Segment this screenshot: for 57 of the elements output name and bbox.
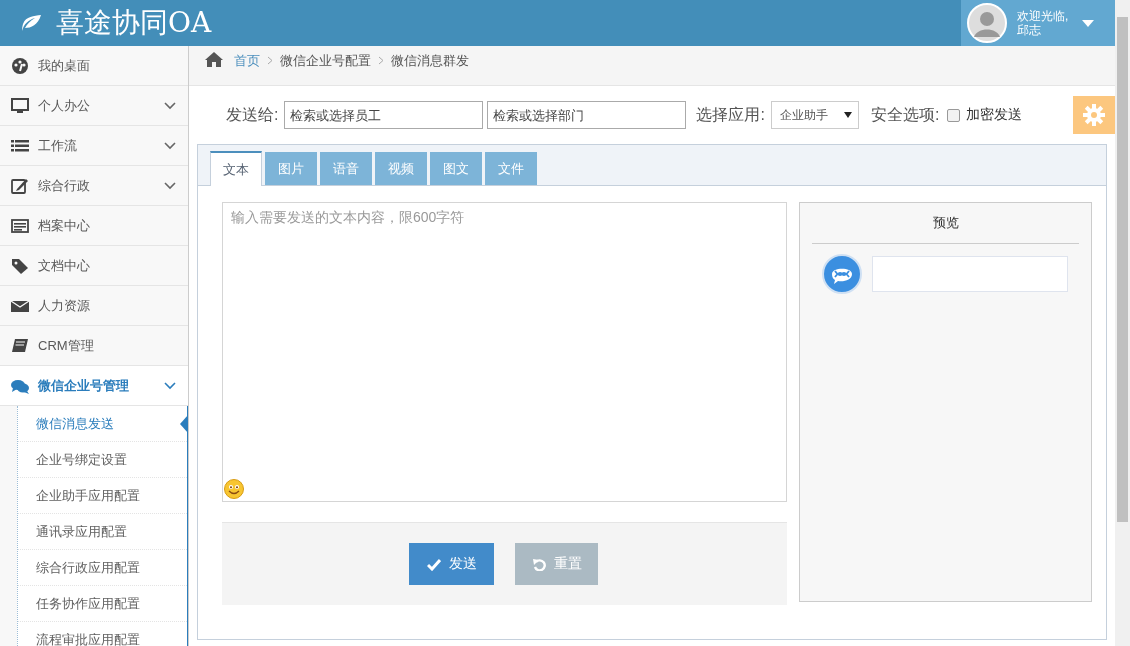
- book-icon: [11, 336, 29, 355]
- sidebar-item[interactable]: 综合行政: [0, 166, 188, 206]
- app-title: 喜途协同OA: [56, 9, 212, 37]
- submenu-item[interactable]: 综合行政应用配置: [18, 550, 187, 586]
- breadcrumb-item: 微信企业号配置: [280, 52, 371, 70]
- caret-icon: [843, 112, 852, 118]
- employee-search-field[interactable]: 检索或选择员工: [284, 101, 484, 129]
- caret-icon: [1082, 19, 1095, 27]
- monitor-icon: [11, 96, 29, 115]
- chevron-icon: [164, 181, 176, 190]
- dashboard-icon: [11, 56, 29, 75]
- edit-icon: [11, 176, 29, 195]
- sidebar-item[interactable]: 我的桌面: [0, 46, 188, 86]
- chevron-icon: [378, 55, 384, 65]
- preview-title: 预览: [812, 203, 1079, 244]
- avatar-icon: [967, 3, 1007, 43]
- security-label: 安全选项:: [870, 104, 940, 125]
- sidebar-item[interactable]: 工作流: [0, 126, 188, 166]
- scrollbar[interactable]: [1115, 0, 1130, 646]
- home-icon: [205, 52, 223, 67]
- chat-logo-icon: [822, 254, 862, 294]
- app-select[interactable]: 企业助手: [770, 101, 859, 129]
- leaf-icon: [20, 14, 42, 32]
- sidebar-item[interactable]: 文档中心: [0, 246, 188, 286]
- app-label: 选择应用:: [696, 104, 765, 125]
- sidebar-item[interactable]: 档案中心: [0, 206, 188, 246]
- user-name: 邱志: [1017, 23, 1042, 37]
- submenu-item[interactable]: 任务协作应用配置: [18, 586, 187, 622]
- sidebar-item[interactable]: 个人办公: [0, 86, 188, 126]
- chevron-icon: [164, 101, 176, 110]
- smiley-icon[interactable]: [224, 479, 244, 499]
- sidebar-item[interactable]: 人力资源: [0, 286, 188, 326]
- sidebar-item[interactable]: 微信企业号管理: [0, 366, 188, 406]
- tag-icon: [11, 256, 29, 275]
- undo-icon: [531, 557, 546, 571]
- chevron-icon: [164, 141, 176, 150]
- greeting-text: 欢迎光临,: [1017, 9, 1069, 23]
- breadcrumb-item: 微信消息群发: [391, 52, 469, 70]
- checkbox[interactable]: [947, 108, 961, 122]
- submenu-item[interactable]: 企业号绑定设置: [18, 442, 187, 478]
- submenu-item[interactable]: 企业助手应用配置: [18, 478, 187, 514]
- department-search-field[interactable]: 检索或选择部门: [487, 101, 687, 129]
- breadcrumb-link[interactable]: 首页: [234, 52, 260, 70]
- submenu-item[interactable]: 流程审批应用配置: [18, 622, 187, 646]
- check-icon: [426, 557, 441, 571]
- send-button[interactable]: 发送: [409, 543, 494, 585]
- settings-button[interactable]: [1073, 96, 1115, 134]
- encrypt-label: 加密发送: [966, 106, 1023, 124]
- send-to-label: 发送给:: [226, 104, 279, 125]
- submenu-item[interactable]: 通讯录应用配置: [18, 514, 187, 550]
- chevron-icon: [164, 381, 176, 390]
- settings-icon: [1083, 104, 1105, 126]
- card-list-icon: [11, 216, 29, 235]
- chevron-icon: [267, 55, 273, 65]
- message-textarea[interactable]: 输入需要发送的文本内容，限600字符: [222, 202, 787, 502]
- submenu-item[interactable]: 微信消息发送: [18, 406, 187, 442]
- tab[interactable]: 文本: [210, 151, 262, 186]
